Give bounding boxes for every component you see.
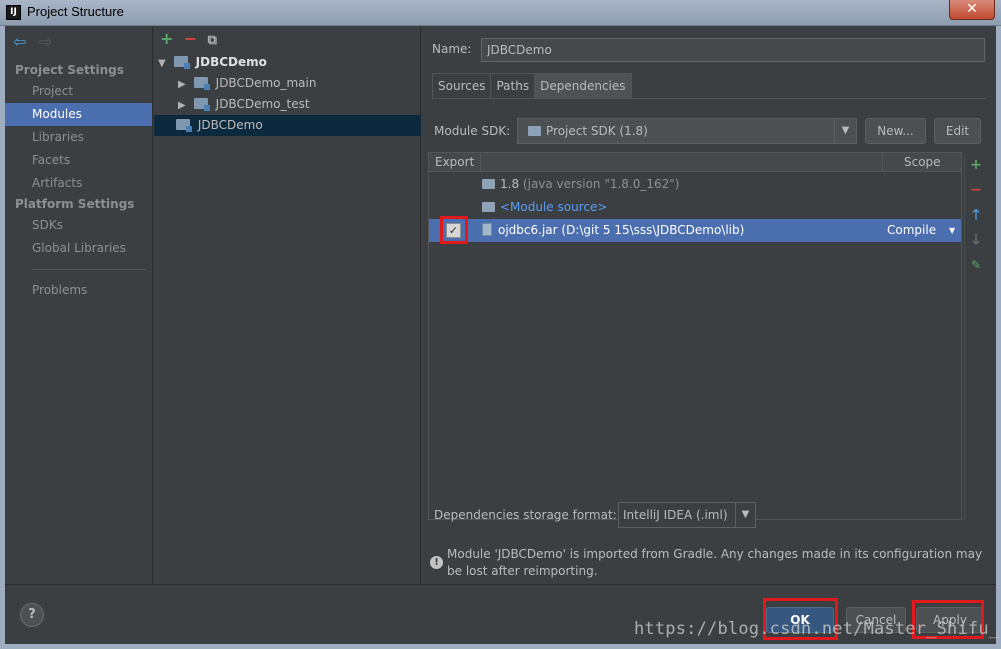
highlight-box <box>440 216 468 244</box>
remove-icon[interactable]: − <box>184 31 204 47</box>
jdk-folder-icon <box>482 179 495 189</box>
table-header: Export Scope <box>429 153 961 172</box>
dependency-detail: (java version "1.8.0_162") <box>522 177 680 191</box>
nav-history: ⇦ ⇨ <box>13 34 61 50</box>
nav-item-artifacts[interactable]: Artifacts <box>5 172 152 195</box>
project-settings-heading: Project Settings <box>15 63 124 77</box>
storage-format-value: IntelliJ IDEA (.iml) <box>623 508 728 522</box>
move-down-icon[interactable]: 🡓 <box>969 233 983 247</box>
storage-format-label: Dependencies storage format: <box>434 508 617 522</box>
dependency-name: <Module source> <box>500 200 608 214</box>
column-divider <box>480 153 481 172</box>
edit-icon[interactable]: ✎ <box>969 258 983 272</box>
tab-dependencies[interactable]: Dependencies <box>534 73 632 99</box>
column-divider <box>882 153 883 172</box>
arrow-right-icon[interactable]: ⇨ <box>39 34 57 50</box>
column-scope[interactable]: Scope <box>904 155 941 169</box>
edit-sdk-button[interactable]: Edit <box>934 118 981 144</box>
platform-settings-heading: Platform Settings <box>15 197 135 211</box>
help-button[interactable]: ? <box>20 603 44 627</box>
module-tree-panel: + − ⧉ ▼ JDBCDemo ▶ JDBCDemo_main ▶ JDBCD… <box>154 26 421 584</box>
storage-format-select[interactable]: IntelliJ IDEA (.iml) ▼ <box>618 502 756 528</box>
name-label: Name: <box>432 42 472 56</box>
arrow-left-icon[interactable]: ⇦ <box>13 34 31 50</box>
tree-node-selected-module[interactable]: JDBCDemo <box>154 115 421 136</box>
tree-node-label: JDBCDemo <box>197 118 263 132</box>
sdk-value: Project SDK (1.8) <box>546 124 648 138</box>
collapsed-arrow-icon[interactable]: ▶ <box>178 74 190 95</box>
tree-node-label: JDBCDemo_main <box>215 76 317 90</box>
nav-item-libraries[interactable]: Libraries <box>5 126 152 149</box>
window-frame-right <box>996 26 1001 649</box>
module-tabs: Sources Paths Dependencies <box>432 73 632 99</box>
collapsed-arrow-icon[interactable]: ▶ <box>178 95 190 116</box>
nav-item-facets[interactable]: Facets <box>5 149 152 172</box>
dependencies-table: Export Scope 1.8 (java version "1.8.0_16… <box>428 152 962 520</box>
column-export[interactable]: Export <box>435 155 474 169</box>
table-row[interactable]: 1.8 (java version "1.8.0_162") <box>429 173 961 196</box>
tree-toolbar: + − ⧉ <box>160 31 228 49</box>
source-folder-icon <box>482 202 495 212</box>
tab-sources[interactable]: Sources <box>432 73 491 99</box>
module-folder-icon <box>193 98 210 111</box>
tree-node-main[interactable]: ▶ JDBCDemo_main <box>154 73 421 94</box>
dependency-name: 1.8 <box>500 177 520 191</box>
chevron-down-icon[interactable]: ▼ <box>834 119 856 143</box>
module-sdk-label: Module SDK: <box>434 124 511 138</box>
module-name-input[interactable] <box>481 38 985 62</box>
tabs-divider <box>432 98 986 99</box>
scope-value[interactable]: Compile <box>887 219 936 242</box>
title-bar: IJ Project Structure ✕ <box>0 0 1001 26</box>
nav-item-problems[interactable]: Problems <box>5 279 152 302</box>
table-row[interactable]: <Module source> <box>429 196 961 219</box>
close-window-button[interactable]: ✕ <box>949 0 995 20</box>
gradle-notice: Module 'JDBCDemo' is imported from Gradl… <box>447 547 983 578</box>
nav-divider <box>32 269 146 270</box>
remove-icon[interactable]: − <box>969 183 983 197</box>
settings-nav: ⇦ ⇨ Project Settings Project Modules Lib… <box>5 26 153 584</box>
module-folder-icon <box>176 119 192 132</box>
window-title: Project Structure <box>27 4 124 19</box>
add-icon[interactable]: + <box>160 31 180 47</box>
nav-item-project[interactable]: Project <box>5 80 152 103</box>
dependency-detail: (D:\git 5 15\sss\JDBCDemo\lib) <box>561 223 745 237</box>
module-detail-panel: Name: Sources Paths Dependencies Module … <box>422 26 996 584</box>
watermark: https://blog.csdn.net/Master_Shifu_ <box>634 619 1000 639</box>
tree-node-label: JDBCDemo <box>195 55 267 69</box>
tree-node-test[interactable]: ▶ JDBCDemo_test <box>154 94 421 115</box>
intellij-app-icon: IJ <box>6 5 21 20</box>
nav-item-modules[interactable]: Modules <box>5 103 152 126</box>
dependency-name: ojdbc6.jar <box>498 223 558 237</box>
chevron-down-icon[interactable]: ▼ <box>735 503 755 527</box>
sdk-folder-icon <box>528 126 541 136</box>
window-frame-bottom <box>0 644 1001 649</box>
tab-paths[interactable]: Paths <box>490 73 535 99</box>
module-folder-icon <box>173 56 190 69</box>
chevron-down-icon[interactable]: ▼ <box>949 219 955 242</box>
nav-item-sdks[interactable]: SDKs <box>5 214 152 237</box>
expanded-arrow-icon[interactable]: ▼ <box>158 53 170 74</box>
new-sdk-button[interactable]: New... <box>865 118 926 144</box>
jar-icon <box>482 223 492 236</box>
copy-icon[interactable]: ⧉ <box>208 33 228 49</box>
warning-icon: ! <box>430 556 443 569</box>
module-folder-icon <box>193 77 210 90</box>
dependency-toolbar: + − 🡑 🡓 ✎ <box>964 154 986 520</box>
table-row-selected[interactable]: ✓ ojdbc6.jar (D:\git 5 15\sss\JDBCDemo\l… <box>429 219 961 242</box>
tree-node-label: JDBCDemo_test <box>215 97 310 111</box>
tree-node-root[interactable]: ▼ JDBCDemo <box>154 52 421 73</box>
module-sdk-select[interactable]: Project SDK (1.8) ▼ <box>517 118 857 144</box>
move-up-icon[interactable]: 🡑 <box>969 208 983 222</box>
nav-item-global-libraries[interactable]: Global Libraries <box>5 237 152 260</box>
add-icon[interactable]: + <box>969 158 983 172</box>
